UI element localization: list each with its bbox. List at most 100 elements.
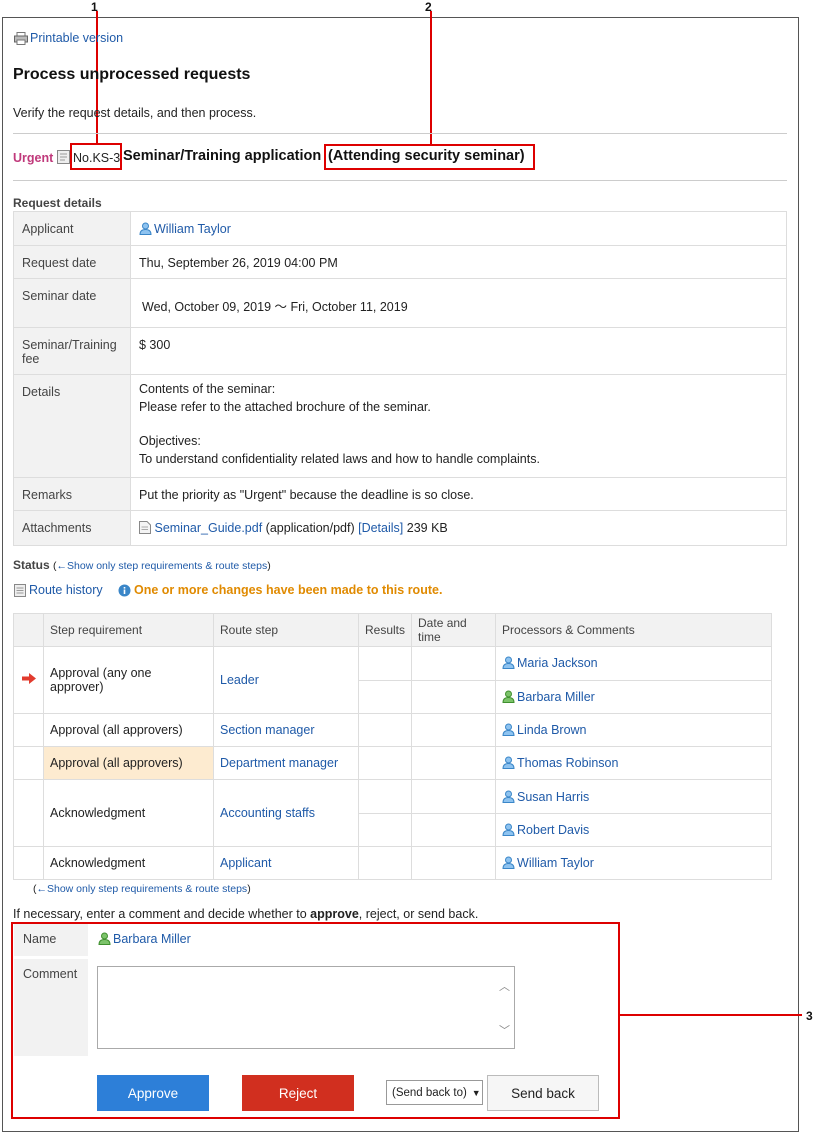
attachment-file-link[interactable]: Seminar_Guide.pdf [154,521,262,535]
route-step-link[interactable]: Leader [213,646,359,714]
user-icon [502,756,515,770]
processor-link[interactable]: Robert Davis [502,823,589,837]
user-icon [502,856,515,870]
processor-cell: Thomas Robinson [495,746,772,781]
detail-row-details: Details Contents of the seminar: Please … [13,374,787,478]
processor-link[interactable]: Thomas Robinson [502,756,618,770]
route-col-results: Results [357,612,413,648]
callout-2-leader [430,11,432,144]
info-icon [118,584,131,596]
route-row: Acknowledgment Applicant William Taylor [13,846,772,881]
processor-cell: Robert Davis [495,812,772,848]
seminar-date-value: Wed, October 09, 2019 ～ Fri, October 11,… [130,278,787,328]
show-steps-toggle-link[interactable]: ←Show only step requirements & route ste… [57,560,268,572]
detail-row-applicant: Applicant William Taylor [13,211,787,246]
approve-button[interactable]: Approve [97,1075,209,1111]
request-subject: (Attending security seminar) [328,148,525,164]
applicant-label: Applicant [13,211,131,246]
send-back-button[interactable]: Send back [487,1075,599,1111]
callout-3: 3 [806,1009,813,1023]
route-step-link[interactable]: Section manager [213,712,359,748]
datetime-cell [411,679,497,714]
printable-version-label: Printable version [30,31,124,45]
send-back-select[interactable]: (Send back to) ▼ [386,1080,483,1105]
route-col-marker [13,612,44,648]
request-details-table: Applicant William Taylor Request date Th… [13,211,787,546]
instruction-text: If necessary, enter a comment and decide… [13,907,311,921]
printable-version-link[interactable]: Printable version [14,31,123,45]
route-change-notice: One or more changes have been made to th… [118,583,442,597]
send-back-select-value: (Send back to) [392,1086,467,1099]
attachments-value: Seminar_Guide.pdf (application/pdf) [Det… [130,510,787,546]
history-icon [14,583,26,597]
status-heading: Status [13,558,50,572]
request-date-label: Request date [13,245,131,279]
marker-cell [13,746,44,781]
route-history-label: Route history [29,583,103,597]
details-value: Contents of the seminar: Please refer to… [130,374,787,478]
toggle-close-paren: ) [247,883,251,895]
datetime-cell [411,779,497,814]
route-row: Acknowledgment Accounting staffs Susan H… [13,779,772,848]
step-requirement-highlighted: Approval (all approvers) [43,746,214,781]
attachments-label: Attachments [13,510,131,546]
marker-cell [13,846,44,881]
route-row: Approval (any one approver) Leader Maria… [13,646,772,714]
user-icon [502,790,515,803]
step-requirement: Approval (all approvers) [43,712,214,748]
route-col-step: Route step [213,612,359,648]
processor-link[interactable]: William Taylor [502,856,594,870]
scroll-down-icon[interactable]: ﹀ [499,1022,510,1038]
remarks-label: Remarks [13,477,131,511]
attachment-details-link[interactable]: [Details] [358,521,403,535]
details-line: Objectives: [139,434,201,448]
processor-link[interactable]: Maria Jackson [502,656,598,670]
processor-link[interactable]: Susan Harris [502,790,589,804]
result-cell [357,779,413,814]
request-details-heading: Request details [13,196,102,210]
detail-row-fee: Seminar/Training fee $ 300 [13,327,787,375]
route-step-label: Section manager [220,723,315,738]
details-line [139,416,778,433]
processor-cell: Susan Harris [495,779,772,814]
comment-textarea[interactable] [97,966,515,1049]
processor-name: Robert Davis [517,822,590,837]
route-step-label: Leader [220,673,259,688]
reject-button[interactable]: Reject [242,1075,354,1111]
marker-cell [13,712,44,748]
route-step-link[interactable]: Applicant [213,846,359,881]
printer-icon [14,31,28,45]
datetime-cell [411,746,497,781]
request-number: No.KS-3 [73,151,121,165]
request-date-value: Thu, September 26, 2019 04:00 PM [130,245,787,279]
route-step-link[interactable]: Accounting staffs [213,779,359,848]
route-table-header: Step requirement Route step Results Date… [13,612,772,648]
user-icon [502,823,515,836]
route-row: Approval (all approvers) Section manager… [13,712,772,748]
applicant-link[interactable]: William Taylor [139,222,231,236]
user-green-icon [98,932,111,945]
detail-row-request-date: Request date Thu, September 26, 2019 04:… [13,245,787,279]
current-step-marker [13,646,44,714]
processor-link[interactable]: Barbara Miller [502,690,595,704]
processor-link[interactable]: Linda Brown [502,723,587,737]
form-name: Seminar/Training application [123,148,322,164]
red-arrow-icon [21,673,36,685]
divider [13,180,787,181]
show-steps-toggle-link-bottom[interactable]: ←Show only step requirements & route ste… [37,883,248,895]
route-row: Approval (all approvers) Department mana… [13,746,772,781]
route-step-link[interactable]: Department manager [213,746,359,781]
callout-3-leader [619,1014,802,1016]
status-heading-row: Status (←Show only step requirements & r… [13,558,271,572]
scroll-up-icon[interactable]: ︿ [499,978,510,994]
detail-row-attachments: Attachments Seminar_Guide.pdf (applicati… [13,510,787,546]
datetime-cell [411,846,497,881]
details-line: To understand confidentiality related la… [139,451,540,466]
details-line: Please refer to the attached brochure of… [139,399,431,414]
attachment-file-type: (application/pdf) [265,521,355,535]
processor-name-link[interactable]: Barbara Miller [98,932,191,946]
route-change-notice-text: One or more changes have been made to th… [134,583,443,597]
page-subtitle: Verify the request details, and then pro… [13,106,257,120]
processor-name: Barbara Miller [517,689,595,704]
route-history-link[interactable]: Route history [14,583,103,597]
